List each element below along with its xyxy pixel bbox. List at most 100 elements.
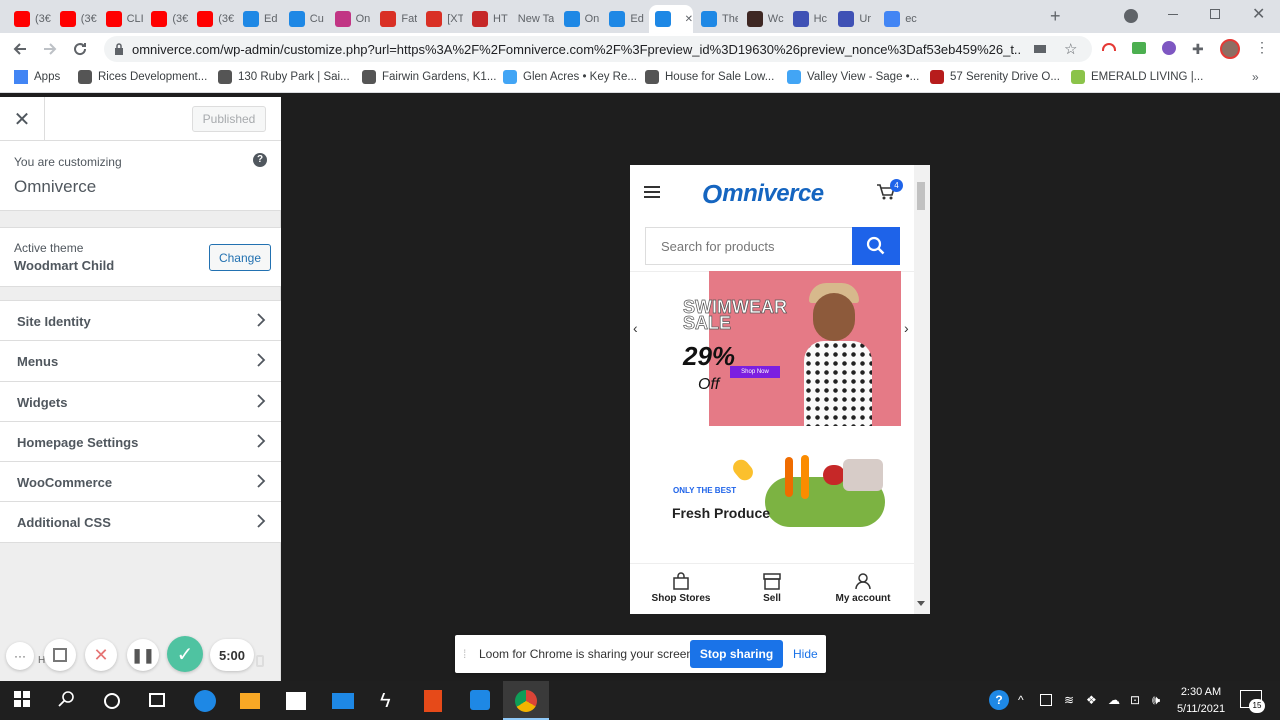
search-taskbar-icon[interactable]	[58, 690, 80, 712]
nav-sell[interactable]: Sell	[742, 572, 802, 604]
customizer-menu-item[interactable]: Menus	[0, 341, 281, 382]
browser-tab[interactable]: Cu	[283, 5, 327, 33]
store-taskbar-icon[interactable]	[286, 692, 306, 710]
search-input[interactable]: Search for products	[645, 227, 852, 265]
chrome-menu-icon[interactable]: ⋮	[1255, 39, 1269, 56]
customizer-menu-item[interactable]: Homepage Settings	[0, 421, 281, 463]
loom-more-button[interactable]: ···	[6, 642, 34, 670]
close-customizer-button[interactable]: ✕	[0, 97, 45, 141]
mail-icon[interactable]	[332, 693, 354, 709]
browser-tab[interactable]: On	[329, 5, 373, 33]
extensions-puzzle-icon[interactable]: ✚	[1192, 41, 1204, 58]
browser-tab[interactable]: HT	[466, 5, 510, 33]
shop-now-button[interactable]: Shop Now	[730, 366, 780, 378]
office-icon[interactable]	[424, 690, 442, 712]
site-logo[interactable]: O mniverce	[702, 179, 824, 209]
browser-tab[interactable]: Ur	[832, 5, 876, 33]
customizer-menu-item[interactable]: Site Identity	[0, 301, 281, 342]
browser-tab[interactable]: (3€	[145, 5, 189, 33]
browser-tab[interactable]: Hc	[787, 5, 831, 33]
reload-icon[interactable]	[72, 41, 88, 57]
address-bar[interactable]: omniverce.com/wp-admin/customize.php?url…	[104, 36, 1092, 62]
browser-tab[interactable]: ✕	[649, 5, 693, 33]
hide-button[interactable]: Hide	[793, 647, 818, 661]
chrome-taskbar-button[interactable]	[503, 681, 549, 720]
bookmark-item[interactable]: 57 Serenity Drive O...	[930, 70, 1060, 84]
windows-start-icon[interactable]	[13, 690, 35, 712]
scroll-down-arrow-icon[interactable]	[917, 601, 925, 606]
word-app-icon[interactable]	[470, 690, 490, 710]
scrollbar-thumb[interactable]	[917, 182, 925, 210]
extension-purple-icon[interactable]	[1162, 41, 1176, 55]
forward-icon[interactable]	[42, 41, 58, 57]
published-button[interactable]: Published	[192, 106, 266, 132]
help-icon[interactable]: ?	[253, 153, 267, 167]
bookmark-item[interactable]: Fairwin Gardens, K1...	[362, 70, 496, 84]
browser-tab[interactable]: New Ta	[512, 5, 556, 33]
close-window-button[interactable]: ✕	[1252, 4, 1265, 24]
change-theme-button[interactable]: Change	[209, 244, 271, 271]
customizer-menu-item[interactable]: WooCommerce	[0, 462, 281, 503]
camera-icon[interactable]	[1034, 45, 1046, 53]
extension-rainbow-icon[interactable]	[1102, 43, 1116, 51]
search-button[interactable]	[852, 227, 900, 265]
nav-shop-stores[interactable]: Shop Stores	[646, 572, 716, 604]
browser-tab[interactable]: (3€	[8, 5, 52, 33]
browser-tab[interactable]: Ed	[603, 5, 647, 33]
bookmark-item[interactable]: Apps	[14, 70, 60, 84]
bookmark-item[interactable]: House for Sale Low...	[645, 70, 774, 84]
help-tray-icon[interactable]: ?	[989, 690, 1009, 710]
tray-chevron-icon[interactable]: ^	[1018, 693, 1024, 707]
bookmark-item[interactable]: Glen Acres • Key Re...	[503, 70, 637, 84]
customizer-menu-item[interactable]: Additional CSS	[0, 502, 281, 543]
onedrive-icon[interactable]: ☁	[1108, 693, 1120, 707]
loom-finish-button[interactable]: ✓	[167, 636, 203, 672]
slider-next-icon[interactable]: ›	[904, 320, 909, 336]
browser-tab[interactable]: Wc	[741, 5, 785, 33]
loom-cancel-button[interactable]: ✕	[85, 639, 117, 671]
drag-handle-icon[interactable]: ⁞	[463, 647, 466, 661]
volume-icon[interactable]: 🕪	[1152, 692, 1160, 708]
browser-tab[interactable]: Ed	[237, 5, 281, 33]
browser-tab[interactable]: Fat	[374, 5, 418, 33]
slider-prev-icon[interactable]: ‹	[633, 320, 638, 336]
hamburger-icon[interactable]	[644, 185, 660, 199]
browser-tab[interactable]: [XT	[420, 5, 464, 33]
network-icon[interactable]: ⊡	[1130, 693, 1140, 707]
device-icon[interactable]	[256, 655, 264, 667]
edge-icon[interactable]	[194, 690, 216, 712]
loom-pause-button[interactable]: ❚❚	[127, 639, 159, 671]
browser-tab[interactable]: On	[558, 5, 602, 33]
tab-search-icon[interactable]	[1124, 9, 1138, 23]
nav-my-account[interactable]: My account	[826, 572, 900, 604]
bookmark-item[interactable]: EMERALD LIVING |...	[1071, 70, 1203, 84]
bookmark-item[interactable]: 130 Ruby Park | Sai...	[218, 70, 350, 84]
browser-tab[interactable]: The	[695, 5, 739, 33]
minimize-button[interactable]	[1168, 14, 1178, 15]
customizer-menu-item[interactable]: Widgets	[0, 381, 281, 422]
banner-image[interactable]	[709, 271, 901, 426]
restore-button[interactable]	[1210, 9, 1220, 19]
preview-scrollbar[interactable]	[914, 165, 930, 614]
task-view-icon[interactable]	[149, 693, 165, 707]
app-bolt-icon[interactable]: ϟ	[380, 690, 402, 712]
dropbox-icon[interactable]: ❖	[1086, 693, 1097, 707]
clock-time[interactable]: 2:30 AM	[1176, 686, 1226, 698]
profile-avatar[interactable]	[1220, 39, 1240, 59]
new-tab-button[interactable]: +	[1050, 6, 1061, 27]
bookmark-item[interactable]: Valley View - Sage •...	[787, 70, 919, 84]
browser-tab[interactable]: CLI	[100, 5, 144, 33]
file-explorer-icon[interactable]	[240, 693, 260, 709]
loom-draw-button[interactable]	[44, 639, 76, 671]
star-icon[interactable]: ☆	[1064, 40, 1077, 58]
browser-tab[interactable]: ec	[878, 5, 922, 33]
stop-sharing-button[interactable]: Stop sharing	[690, 640, 783, 668]
more-bookmarks-icon[interactable]: »	[1252, 70, 1259, 84]
browser-tab[interactable]: (3€	[54, 5, 98, 33]
close-tab-icon[interactable]: ✕	[685, 14, 693, 25]
wifi-icon[interactable]: ≋	[1064, 693, 1074, 707]
browser-tab[interactable]: (3€	[191, 5, 235, 33]
bookmark-item[interactable]: Rices Development...	[78, 70, 207, 84]
tray-app-icon[interactable]	[1040, 694, 1052, 706]
notification-center-icon[interactable]: 15	[1240, 690, 1265, 713]
